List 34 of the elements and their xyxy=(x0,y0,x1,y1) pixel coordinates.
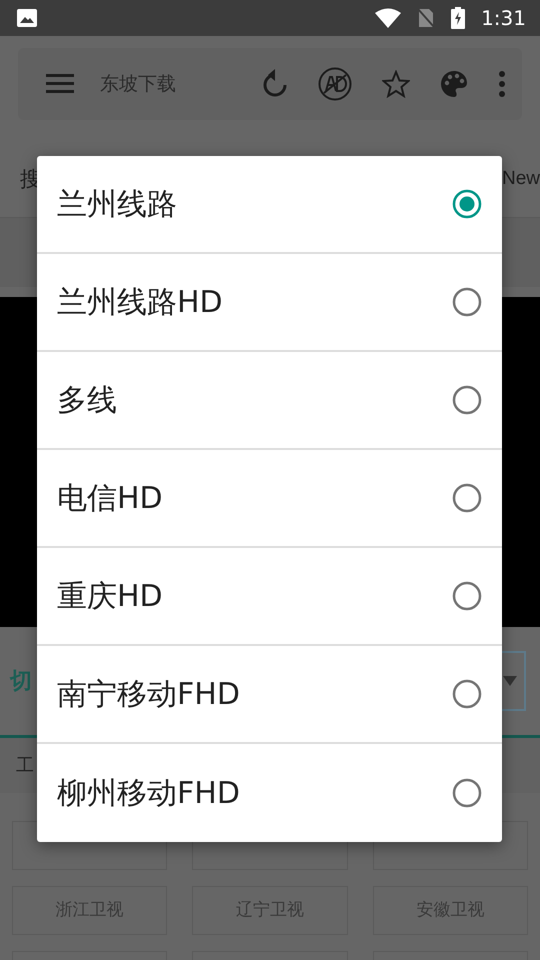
radio-button[interactable] xyxy=(452,778,482,808)
no-sim-icon xyxy=(417,8,436,28)
option-item[interactable]: 兰州线路 xyxy=(37,156,502,254)
refresh-icon[interactable] xyxy=(262,69,288,99)
option-item[interactable]: 电信HD xyxy=(37,450,502,548)
switch-label: 切 xyxy=(10,668,32,696)
menu-icon[interactable] xyxy=(46,74,74,94)
image-icon xyxy=(16,8,38,28)
option-item[interactable]: 兰州线路HD xyxy=(37,254,502,352)
option-item[interactable]: 多线 xyxy=(37,352,502,450)
radio-button[interactable] xyxy=(452,581,482,611)
option-label: 重庆HD xyxy=(57,578,163,616)
option-label: 兰州线路HD xyxy=(57,284,223,322)
radio-button[interactable] xyxy=(452,483,482,513)
clock-time: 1:31 xyxy=(481,5,526,32)
option-label: 多线 xyxy=(57,382,117,420)
star-icon[interactable] xyxy=(382,70,410,98)
wifi-icon xyxy=(375,8,402,28)
option-label: 柳州移动FHD xyxy=(57,774,240,812)
option-label: 电信HD xyxy=(57,480,163,518)
caret-icon xyxy=(503,676,517,686)
battery-charging-icon xyxy=(451,7,466,29)
option-item[interactable]: 重庆HD xyxy=(37,548,502,646)
palette-icon[interactable] xyxy=(440,70,468,98)
option-item[interactable]: 柳州移动FHD xyxy=(37,744,502,842)
radio-button[interactable] xyxy=(452,287,482,317)
radio-button[interactable] xyxy=(452,385,482,415)
option-label: 南宁移动FHD xyxy=(57,676,240,714)
more-options-icon[interactable] xyxy=(498,70,506,98)
option-item[interactable]: 南宁移动FHD xyxy=(37,646,502,744)
option-label: 兰州线路 xyxy=(57,186,177,224)
radio-button[interactable] xyxy=(452,189,482,219)
radio-button[interactable] xyxy=(452,679,482,709)
no-ads-icon[interactable] xyxy=(318,67,352,101)
